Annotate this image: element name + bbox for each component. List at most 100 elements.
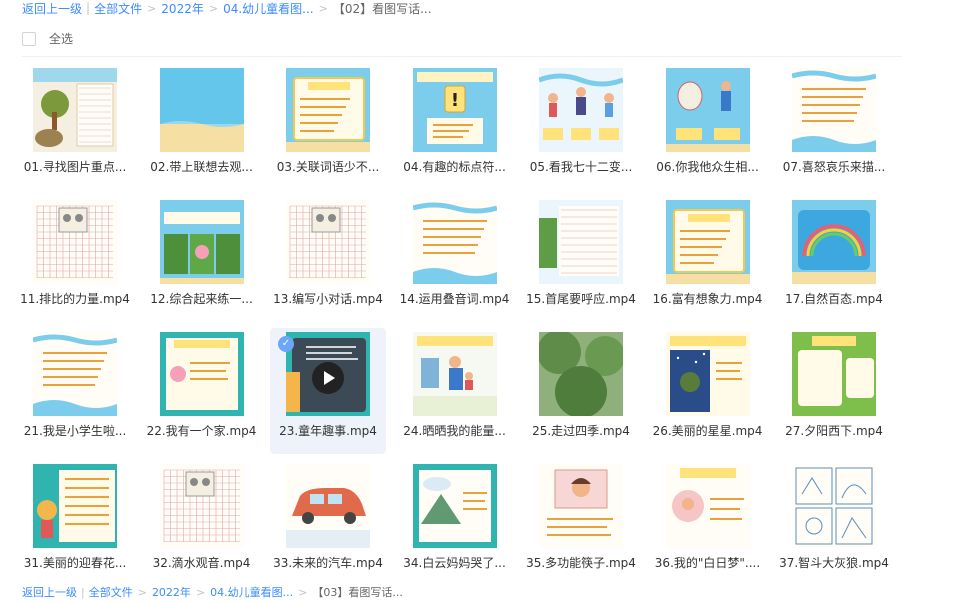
file-item[interactable]: 14.运用叠音词.mp4: [397, 196, 513, 322]
file-name[interactable]: 13.编写小对话.mp4: [270, 290, 386, 307]
file-item[interactable]: 16.富有想象力.mp4: [650, 196, 766, 322]
file-item[interactable]: 25.走过四季.mp4: [523, 328, 639, 454]
file-item[interactable]: 07.喜怒哀乐来描...: [776, 64, 892, 190]
video-thumbnail[interactable]: [665, 200, 750, 284]
file-name[interactable]: 21.我是小学生啦...: [17, 422, 133, 439]
svg-text:!: !: [450, 90, 458, 111]
file-item[interactable]: 24.晒晒我的能量...: [397, 328, 513, 454]
video-thumbnail[interactable]: [33, 200, 117, 284]
file-name[interactable]: 11.排比的力量.mp4: [17, 290, 133, 307]
file-item[interactable]: 22.我有一个家.mp4: [144, 328, 260, 454]
file-name[interactable]: 31.美丽的迎春花...: [17, 554, 133, 571]
file-item[interactable]: 36.我的"白日梦"....: [650, 460, 766, 586]
file-item[interactable]: 27.夕阳西下.mp4: [776, 328, 892, 454]
video-thumbnail[interactable]: [792, 200, 876, 284]
video-thumbnail[interactable]: [33, 68, 117, 152]
video-thumbnail[interactable]: [539, 200, 623, 284]
file-item[interactable]: 01.寻找图片重点...: [17, 64, 133, 190]
file-name[interactable]: 16.富有想象力.mp4: [650, 290, 766, 307]
chevron-right-icon: >: [147, 1, 157, 15]
video-thumbnail[interactable]: [159, 464, 244, 548]
file-item[interactable]: 34.白云妈妈哭了...: [397, 460, 513, 586]
file-name[interactable]: 03.关联词语少不...: [270, 158, 386, 175]
video-thumbnail[interactable]: [539, 68, 623, 152]
file-name[interactable]: 23.童年趣事.mp4: [270, 422, 386, 439]
breadcrumb-folder[interactable]: 04.幼儿童看图...: [210, 584, 293, 600]
file-name[interactable]: 25.走过四季.mp4: [523, 422, 639, 439]
file-item[interactable]: 02.带上联想去观...: [144, 64, 260, 190]
chevron-right-icon: >: [137, 585, 147, 599]
select-all-checkbox[interactable]: [22, 31, 36, 46]
back-link[interactable]: 返回上一级: [22, 0, 82, 17]
video-thumbnail[interactable]: [665, 464, 750, 548]
video-thumbnail[interactable]: [539, 332, 623, 416]
file-name[interactable]: 04.有趣的标点符...: [397, 158, 513, 175]
file-name[interactable]: 02.带上联想去观...: [144, 158, 260, 175]
file-item[interactable]: 15.首尾要呼应.mp4: [523, 196, 639, 322]
breadcrumb-all-files[interactable]: 全部文件: [89, 584, 133, 600]
file-name[interactable]: 37.智斗大灰狼.mp4: [776, 554, 892, 571]
video-thumbnail[interactable]: [33, 464, 117, 548]
file-item[interactable]: 33.未来的汽车.mp4: [270, 460, 386, 586]
file-name[interactable]: 26.美丽的星星.mp4: [650, 422, 766, 439]
file-item[interactable]: 37.智斗大灰狼.mp4: [776, 460, 892, 586]
video-thumbnail[interactable]: [412, 332, 497, 416]
file-name[interactable]: 24.晒晒我的能量...: [397, 422, 513, 439]
file-name[interactable]: 27.夕阳西下.mp4: [776, 422, 892, 439]
file-name[interactable]: 06.你我他众生相...: [650, 158, 766, 175]
breadcrumb-year[interactable]: 2022年: [161, 0, 204, 17]
file-item[interactable]: 31.美丽的迎春花...: [17, 460, 133, 586]
video-thumbnail[interactable]: [792, 332, 876, 416]
check-circle-icon[interactable]: ✓: [278, 336, 294, 352]
play-icon[interactable]: [312, 362, 344, 394]
video-thumbnail[interactable]: [665, 332, 750, 416]
file-name[interactable]: 22.我有一个家.mp4: [144, 422, 260, 439]
breadcrumb-year[interactable]: 2022年: [152, 584, 191, 600]
video-thumbnail[interactable]: [792, 68, 876, 152]
file-name[interactable]: 12.综合起来练一...: [144, 290, 260, 307]
video-thumbnail[interactable]: [412, 200, 497, 284]
file-item[interactable]: 06.你我他众生相...: [650, 64, 766, 190]
file-name[interactable]: 17.自然百态.mp4: [776, 290, 892, 307]
video-thumbnail[interactable]: [33, 332, 117, 416]
file-name[interactable]: 34.白云妈妈哭了...: [397, 554, 513, 571]
video-thumbnail[interactable]: !: [412, 68, 497, 152]
breadcrumb: 返回上一级 | 全部文件 > 2022年 > 04.幼儿童看图... > 【02…: [22, 0, 432, 16]
file-item[interactable]: ✓ 23.童年趣事.mp4: [270, 328, 386, 454]
file-name[interactable]: 32.滴水观音.mp4: [144, 554, 260, 571]
file-item[interactable]: 35.多功能筷子.mp4: [523, 460, 639, 586]
file-name[interactable]: 01.寻找图片重点...: [17, 158, 133, 175]
video-thumbnail[interactable]: [159, 332, 244, 416]
file-item[interactable]: 13.编写小对话.mp4: [270, 196, 386, 322]
video-thumbnail[interactable]: [159, 200, 244, 284]
file-name[interactable]: 05.看我七十二变...: [523, 158, 639, 175]
file-item[interactable]: 17.自然百态.mp4: [776, 196, 892, 322]
file-name[interactable]: 14.运用叠音词.mp4: [397, 290, 513, 307]
video-thumbnail[interactable]: [286, 68, 370, 152]
video-thumbnail[interactable]: [792, 464, 876, 548]
file-item[interactable]: 12.综合起来练一...: [144, 196, 260, 322]
file-item[interactable]: 32.滴水观音.mp4: [144, 460, 260, 586]
file-item[interactable]: ! 04.有趣的标点符...: [397, 64, 513, 190]
breadcrumb-folder[interactable]: 04.幼儿童看图...: [223, 0, 314, 17]
file-item[interactable]: 03.关联词语少不...: [270, 64, 386, 190]
file-name[interactable]: 15.首尾要呼应.mp4: [523, 290, 639, 307]
video-thumbnail[interactable]: [286, 200, 370, 284]
file-item[interactable]: 21.我是小学生啦...: [17, 328, 133, 454]
video-thumbnail[interactable]: [159, 68, 244, 152]
divider: [22, 56, 902, 57]
video-thumbnail[interactable]: [412, 464, 497, 548]
breadcrumb-all-files[interactable]: 全部文件: [94, 0, 142, 17]
file-item[interactable]: 11.排比的力量.mp4: [17, 196, 133, 322]
file-item[interactable]: 05.看我七十二变...: [523, 64, 639, 190]
file-name[interactable]: 33.未来的汽车.mp4: [270, 554, 386, 571]
file-item[interactable]: 26.美丽的星星.mp4: [650, 328, 766, 454]
video-thumbnail[interactable]: [665, 68, 750, 152]
video-thumbnail[interactable]: [286, 464, 370, 548]
select-all[interactable]: 全选: [22, 30, 73, 47]
file-name[interactable]: 35.多功能筷子.mp4: [523, 554, 639, 571]
video-thumbnail[interactable]: [539, 464, 623, 548]
file-name[interactable]: 36.我的"白日梦"....: [650, 554, 766, 571]
back-link[interactable]: 返回上一级: [22, 584, 77, 600]
file-name[interactable]: 07.喜怒哀乐来描...: [776, 158, 892, 175]
